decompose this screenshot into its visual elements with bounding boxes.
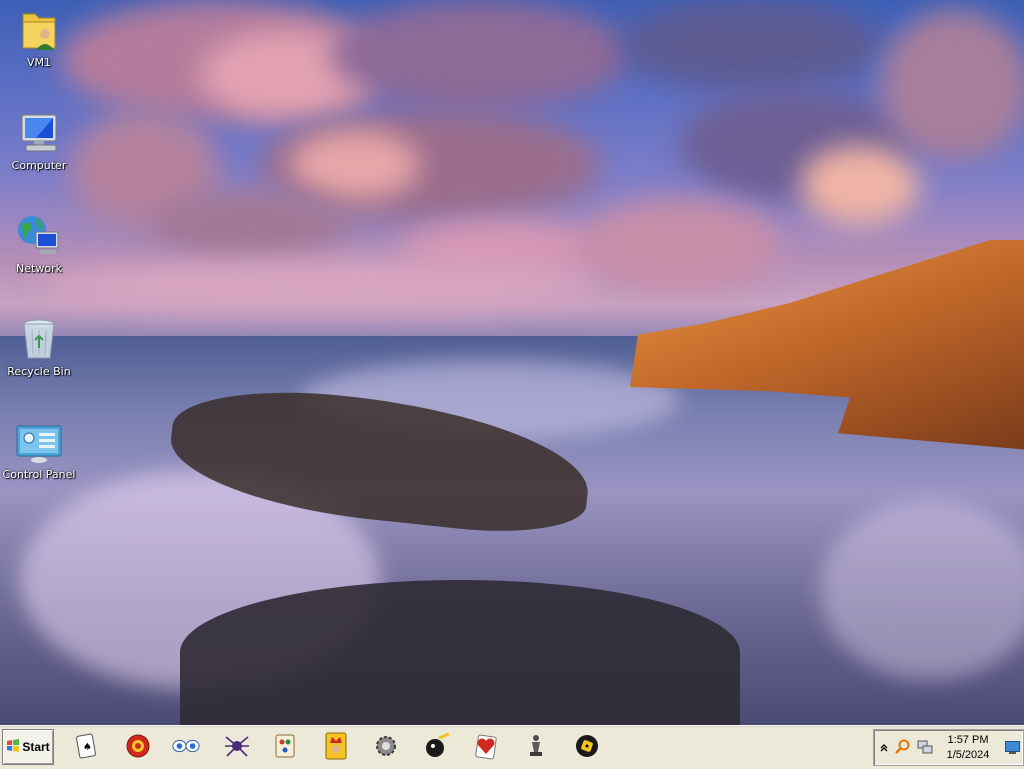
network-tray-icon[interactable]: [916, 738, 934, 756]
wallpaper-cloud: [40, 260, 600, 310]
desktop-icon-label: VM1: [26, 56, 51, 69]
wallpaper-cloud: [800, 145, 920, 225]
dice-game-icon[interactable]: [572, 730, 602, 762]
chess-icon[interactable]: [521, 730, 551, 762]
show-hidden-icons-chevron[interactable]: [877, 739, 891, 755]
wallpaper-cloud: [330, 0, 630, 110]
windows-logo-icon: [6, 738, 20, 756]
wallpaper-cloud: [290, 130, 420, 200]
wallpaper-cloud: [580, 200, 780, 290]
hearts-game-icon[interactable]: [123, 730, 153, 762]
wallpaper-cloud: [620, 0, 880, 90]
wallpaper-cloud: [150, 190, 350, 260]
desktop-icon-vm1[interactable]: VM1: [0, 6, 78, 69]
wallpaper-cloud: [880, 10, 1024, 160]
system-tray: 1:57 PM 1/5/2024: [873, 729, 1024, 766]
clock-date[interactable]: 1/5/2024: [934, 749, 1002, 761]
clock-time[interactable]: 1:57 PM: [934, 734, 1002, 746]
desktop-icon-network[interactable]: Network: [0, 212, 78, 275]
desktop-icon-control-panel[interactable]: Control Panel: [0, 418, 78, 481]
desktop-wallpaper[interactable]: VM1 Computer Network Recycle Bin Control…: [0, 0, 1024, 725]
start-button[interactable]: Start: [2, 729, 54, 765]
recycle-bin-icon: [15, 315, 63, 363]
desktop-icon-computer[interactable]: Computer: [0, 109, 78, 172]
network-icon: [15, 212, 63, 260]
solitaire-icon[interactable]: ♠: [71, 730, 101, 762]
spider-solitaire-icon[interactable]: [222, 730, 252, 762]
king-card-icon[interactable]: [321, 730, 351, 762]
svg-text:♠: ♠: [83, 742, 92, 753]
gear-icon[interactable]: [371, 730, 401, 762]
desktop-icon-label: Control Panel: [2, 468, 76, 481]
search-icon[interactable]: [894, 738, 912, 756]
pinball-icon[interactable]: [422, 730, 452, 762]
computer-icon: [15, 109, 63, 157]
wallpaper-rock-ledge: [180, 580, 740, 725]
desktop-icon-label: Network: [16, 262, 62, 275]
start-label: Start: [22, 740, 50, 754]
wallpaper-foam: [820, 500, 1024, 680]
eyes-icon[interactable]: [171, 730, 201, 762]
user-folder-icon: [15, 6, 63, 54]
control-panel-icon: [15, 418, 63, 466]
desktop-icon-label: Recycle Bin: [7, 365, 71, 378]
heart-card-icon[interactable]: [471, 730, 501, 762]
mahjong-icon[interactable]: [270, 730, 300, 762]
desktop-icon-label: Computer: [11, 159, 67, 172]
desktop-icon[interactable]: [1004, 738, 1020, 756]
desktop-icon-recycle-bin[interactable]: Recycle Bin: [0, 315, 78, 378]
taskbar: Start ♠ 1:57 PM 1/5/2024: [0, 725, 1024, 769]
